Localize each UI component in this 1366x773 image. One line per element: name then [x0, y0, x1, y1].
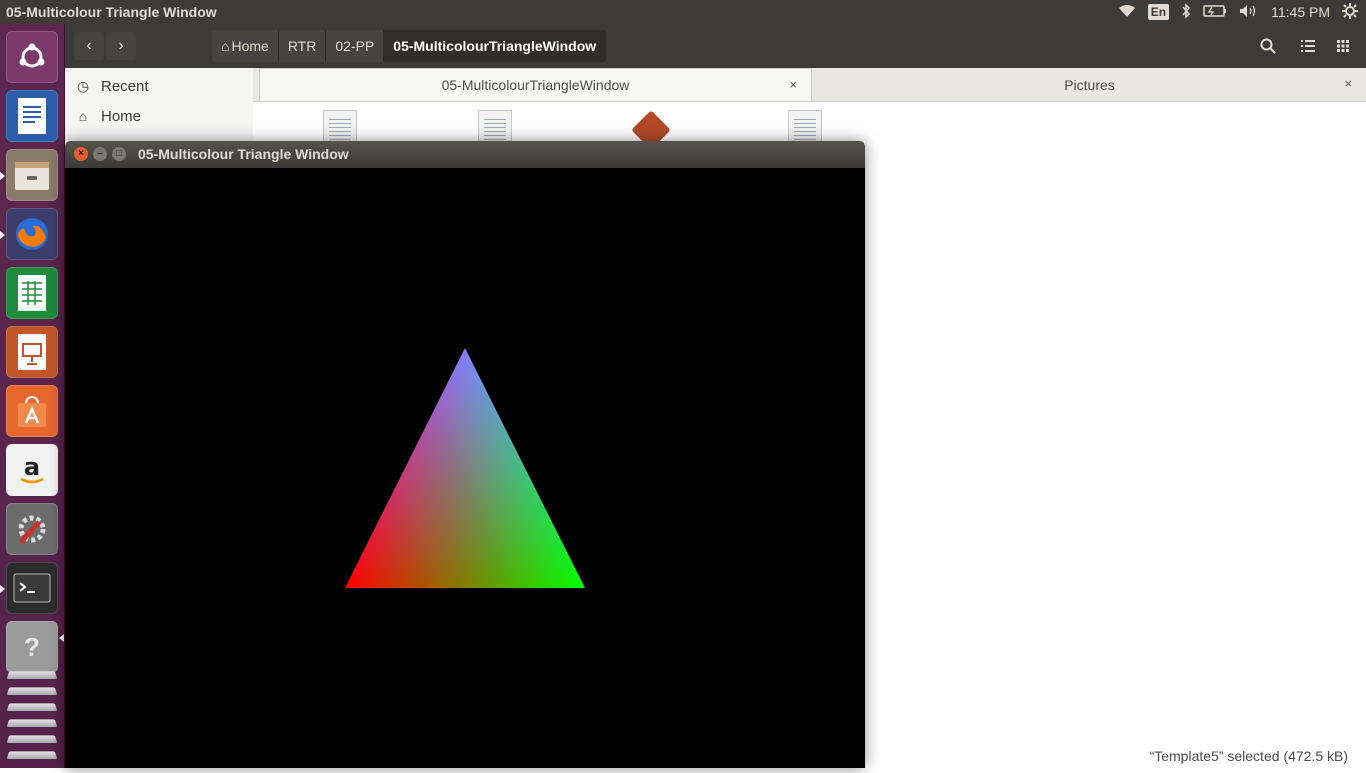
- firefox-button[interactable]: [6, 208, 58, 260]
- maximize-window-button[interactable]: □: [112, 147, 126, 161]
- active-window-title: 05-Multicolour Triangle Window: [6, 4, 217, 20]
- help-button[interactable]: ?: [6, 621, 58, 673]
- battery-icon[interactable]: [1203, 4, 1227, 20]
- system-settings-button[interactable]: [6, 503, 58, 555]
- amazon-icon: a: [20, 453, 44, 484]
- view-options-button[interactable]: [1328, 32, 1358, 60]
- home-icon: ⌂: [78, 108, 88, 124]
- tab-pictures[interactable]: Pictures ×: [813, 68, 1366, 101]
- tab-05-multicolourtrianglewindow[interactable]: 05-MulticolourTriangleWindow ×: [259, 68, 812, 101]
- breadcrumb: ⌂ Home RTR 02-PP 05-MulticolourTriangleW…: [212, 30, 607, 62]
- files-button[interactable]: [6, 149, 58, 201]
- list-icon: [1301, 40, 1315, 52]
- indicator-area: En 11:45 PM: [1118, 0, 1358, 24]
- libreoffice-impress-button[interactable]: [6, 326, 58, 378]
- file-manager-headerbar: ‹ › ⌂ Home RTR 02-PP 05-MulticolourTrian…: [65, 24, 1366, 69]
- gear-icon[interactable]: [1342, 2, 1358, 22]
- file-manager-tabs: 05-MulticolourTriangleWindow × Pictures …: [253, 68, 1366, 102]
- launcher-overflow-item[interactable]: [6, 687, 58, 696]
- terminal-icon: [13, 573, 51, 603]
- launcher-overflow-item[interactable]: [6, 703, 58, 712]
- close-tab-icon[interactable]: ×: [1344, 76, 1352, 91]
- chevron-left-icon: ‹: [86, 37, 92, 54]
- triangle-blue-layer: [345, 348, 585, 588]
- clock-icon: ◷: [76, 77, 90, 94]
- libreoffice-calc-button[interactable]: [6, 267, 58, 319]
- file-cabinet-icon: [15, 162, 49, 190]
- home-icon: ⌂: [221, 38, 230, 54]
- volume-icon[interactable]: [1239, 4, 1259, 21]
- forward-button[interactable]: ›: [106, 32, 136, 60]
- firefox-icon: [16, 218, 48, 250]
- minimize-window-button[interactable]: –: [93, 147, 107, 161]
- shopping-bag-icon: [18, 396, 46, 427]
- close-window-button[interactable]: ×: [74, 147, 88, 161]
- terminal-button[interactable]: [6, 562, 58, 614]
- sidebar-item-recent[interactable]: ◷ Recent: [75, 74, 149, 98]
- launcher-overflow-item[interactable]: [6, 719, 58, 728]
- bluetooth-icon[interactable]: [1181, 2, 1191, 22]
- status-bar-text: “Template5” selected (472.5 kB): [1149, 748, 1348, 764]
- gl-canvas[interactable]: [65, 168, 865, 768]
- top-panel: 05-Multicolour Triangle Window En 11:45 …: [0, 0, 1366, 24]
- sidebar-item-home[interactable]: ⌂ Home: [75, 104, 141, 128]
- svg-text:a: a: [24, 453, 40, 481]
- settings-wrench-icon: [18, 515, 46, 544]
- close-icon: ×: [78, 148, 84, 159]
- question-mark-icon: ?: [24, 631, 40, 662]
- breadcrumb-home[interactable]: ⌂ Home: [212, 30, 279, 62]
- keyboard-layout-indicator[interactable]: En: [1147, 4, 1170, 20]
- gl-window: × – □ 05-Multicolour Triangle Window: [65, 141, 865, 768]
- ubuntu-software-button[interactable]: [6, 385, 58, 437]
- presentation-icon: [18, 334, 46, 370]
- launcher-overflow-item[interactable]: [6, 671, 58, 680]
- gl-window-titlebar[interactable]: × – □ 05-Multicolour Triangle Window: [65, 141, 865, 168]
- grid-icon: [1337, 40, 1349, 52]
- breadcrumb-rtr[interactable]: RTR: [279, 30, 327, 62]
- ubuntu-logo-icon: [19, 43, 45, 68]
- active-indicator: [59, 634, 64, 642]
- breadcrumb-02-pp[interactable]: 02-PP: [326, 30, 385, 62]
- back-button[interactable]: ‹: [74, 32, 104, 60]
- gl-window-title: 05-Multicolour Triangle Window: [138, 146, 349, 162]
- maximize-icon: □: [115, 148, 123, 159]
- running-indicator: [0, 231, 5, 239]
- multicolour-triangle: [345, 348, 585, 588]
- close-tab-icon[interactable]: ×: [789, 77, 797, 92]
- search-icon: [1260, 38, 1276, 54]
- libreoffice-writer-button[interactable]: [6, 90, 58, 142]
- minimize-icon: –: [97, 148, 103, 159]
- launcher-overflow-item[interactable]: [6, 751, 58, 760]
- running-indicator: [0, 585, 5, 593]
- chevron-right-icon: ›: [118, 37, 124, 54]
- spreadsheet-icon: [18, 275, 46, 311]
- document-icon: [18, 98, 46, 134]
- launcher-overflow-item[interactable]: [6, 735, 58, 744]
- wifi-icon[interactable]: [1118, 4, 1136, 21]
- search-button[interactable]: [1253, 32, 1283, 60]
- clock[interactable]: 11:45 PM: [1271, 4, 1330, 20]
- list-view-button[interactable]: [1293, 32, 1323, 60]
- running-indicator: [0, 172, 5, 180]
- ubuntu-dash-button[interactable]: [6, 31, 58, 83]
- launcher: a ?: [0, 24, 65, 768]
- amazon-button[interactable]: a: [6, 444, 58, 496]
- breadcrumb-current-folder[interactable]: 05-MulticolourTriangleWindow: [384, 30, 607, 62]
